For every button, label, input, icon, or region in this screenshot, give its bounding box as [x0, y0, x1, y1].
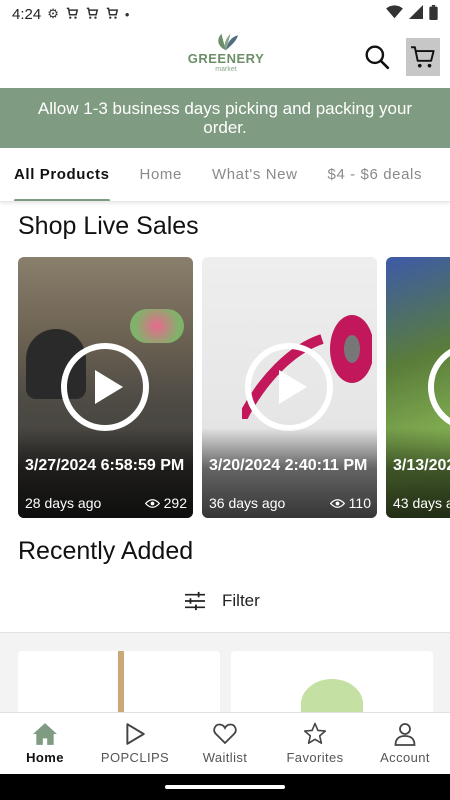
card-date: 3/13/2024 PM	[393, 457, 450, 474]
nav-favorites[interactable]: Favorites	[270, 713, 360, 774]
card-views: 292	[144, 495, 187, 511]
card-ago: 43 days ago	[393, 495, 450, 511]
logo-title: GREENERY	[187, 51, 265, 66]
live-sales-title: Shop Live Sales	[18, 212, 199, 240]
signal-icon	[409, 5, 423, 23]
card-ago: 36 days ago	[209, 495, 286, 511]
tab-home[interactable]: Home	[140, 148, 182, 201]
star-icon	[303, 722, 327, 746]
battery-icon	[429, 4, 438, 24]
play-icon[interactable]	[245, 343, 333, 431]
gear-icon: ⚙	[47, 6, 59, 21]
eye-icon	[144, 498, 160, 508]
card-meta: 28 days ago 292	[25, 495, 187, 511]
product-card[interactable]	[231, 651, 433, 721]
nav-home[interactable]: Home	[0, 713, 90, 774]
nav-favorites-label: Favorites	[286, 750, 344, 765]
home-gesture-handle[interactable]	[165, 785, 285, 789]
live-sale-card[interactable]: 3/13/2024 PM 43 days ago	[386, 257, 450, 518]
play-icon[interactable]	[61, 343, 149, 431]
greenery-logo[interactable]: GREENERY market	[188, 32, 264, 82]
search-button[interactable]	[362, 42, 392, 72]
nav-waitlist-label: Waitlist	[202, 750, 248, 765]
logo-subtitle: market	[215, 66, 237, 73]
status-bar: 4:24 ⚙ •	[0, 0, 450, 28]
system-gesture-bar	[0, 774, 450, 800]
nav-home-label: Home	[26, 750, 64, 765]
card-view-count: 110	[348, 495, 371, 511]
cart-icon	[411, 46, 435, 68]
nav-popclips-label: POPCLIPS	[100, 750, 170, 765]
card-date: 3/20/2024 2:40:11 PM	[209, 457, 368, 474]
card-thumbnail-flowers	[130, 309, 184, 343]
product-grid	[0, 633, 450, 721]
play-icon[interactable]	[428, 343, 450, 431]
card-meta: 36 days ago 110	[209, 495, 371, 511]
category-tabs: All Products Home What's New $4 - $6 dea…	[0, 148, 450, 202]
card-ago: 28 days ago	[25, 495, 102, 511]
search-icon	[365, 45, 390, 70]
live-sales-carousel[interactable]: 3/27/2024 6:58:59 PM 28 days ago 292 3/2…	[18, 257, 450, 519]
cart-button[interactable]	[406, 38, 440, 76]
filter-button[interactable]: Filter	[184, 588, 260, 614]
tab-deals[interactable]: $4 - $6 deals	[328, 148, 423, 201]
product-card[interactable]	[18, 651, 220, 721]
shipping-notice-banner: Allow 1-3 business days picking and pack…	[0, 88, 450, 148]
tab-whats-new[interactable]: What's New	[212, 148, 298, 201]
tab-all-products[interactable]: All Products	[14, 148, 110, 201]
app-header: GREENERY market	[0, 28, 450, 88]
card-view-count: 292	[163, 495, 187, 511]
live-sale-card[interactable]: 3/20/2024 2:40:11 PM 36 days ago 110	[202, 257, 377, 518]
nav-account-label: Account	[380, 750, 430, 765]
card-meta: 43 days ago	[393, 495, 450, 511]
recently-added-title: Recently Added	[18, 537, 194, 565]
play-icon	[124, 722, 146, 746]
cart-notification-icon	[85, 6, 99, 23]
heart-icon	[212, 722, 238, 746]
nav-waitlist[interactable]: Waitlist	[180, 713, 270, 774]
nav-account[interactable]: Account	[360, 713, 450, 774]
card-date: 3/27/2024 6:58:59 PM	[25, 457, 185, 474]
filter-sliders-icon	[185, 591, 205, 611]
dot-icon: •	[124, 6, 130, 22]
filter-label: Filter	[222, 591, 260, 610]
status-time: 4:24	[12, 5, 42, 23]
card-views: 110	[329, 495, 371, 511]
cart-notification-icon	[65, 6, 79, 23]
leaf-logo-icon	[218, 33, 238, 51]
bottom-navigation: Home POPCLIPS Waitlist Favorites Account	[0, 712, 450, 774]
home-icon	[32, 722, 58, 746]
account-icon	[394, 722, 416, 746]
eye-icon	[329, 498, 345, 508]
live-sale-card[interactable]: 3/27/2024 6:58:59 PM 28 days ago 292	[18, 257, 193, 518]
nav-popclips[interactable]: POPCLIPS	[90, 713, 180, 774]
wifi-icon	[386, 5, 403, 23]
cart-notification-icon	[105, 6, 119, 23]
product-thumbnail-stick	[118, 651, 124, 721]
